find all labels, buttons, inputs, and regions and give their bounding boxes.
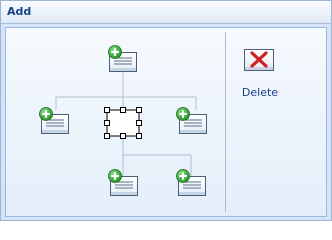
plus-circle-icon xyxy=(176,107,190,121)
plus-circle-icon xyxy=(108,45,122,59)
delete-label: Delete xyxy=(241,86,279,99)
hierarchy-diagram xyxy=(39,45,207,196)
plus-circle-icon xyxy=(108,169,122,183)
plus-circle-icon xyxy=(176,169,190,183)
delete-button[interactable]: Delete xyxy=(237,48,283,100)
content-panel: Delete xyxy=(5,27,327,217)
add-right-sibling-node[interactable] xyxy=(176,107,207,134)
plus-circle-icon xyxy=(39,107,53,121)
vertical-separator xyxy=(225,32,226,212)
add-parent-node[interactable] xyxy=(108,45,137,72)
add-left-sibling-node[interactable] xyxy=(39,107,69,134)
add-dialog: Add Delete xyxy=(0,0,332,221)
window-title: Add xyxy=(7,5,32,18)
red-x-icon xyxy=(244,49,274,71)
title-bar: Add xyxy=(1,1,331,24)
selected-node[interactable] xyxy=(104,107,142,139)
